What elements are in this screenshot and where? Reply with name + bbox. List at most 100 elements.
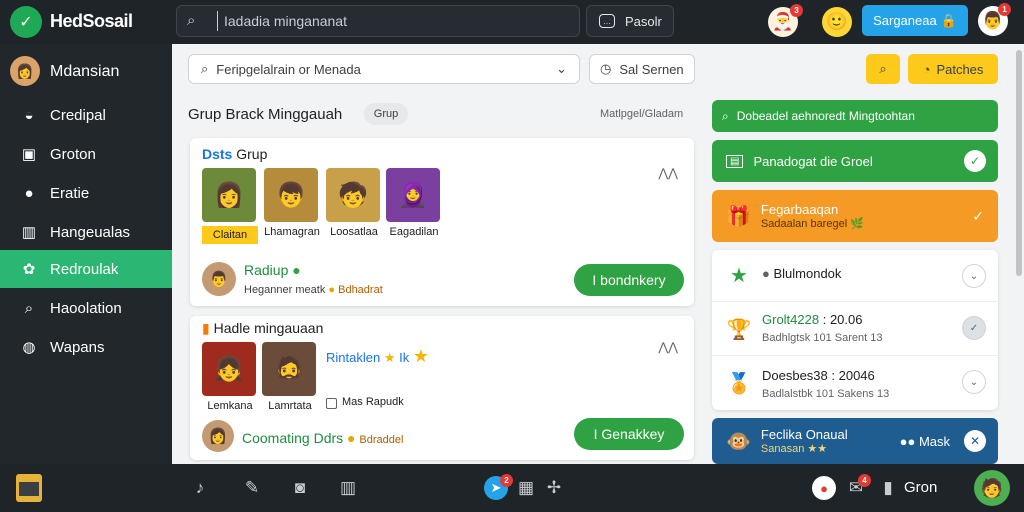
card-title-text: Hadle mingauaan: [213, 320, 324, 336]
list-item-sub: Badlalstbk 101 Sakens 13: [762, 388, 890, 400]
box-icon[interactable]: ▦: [514, 476, 538, 500]
sidebar-item-hangeualas[interactable]: ▥ Hangeualas: [0, 213, 172, 251]
member-tile[interactable]: 🧒 Loosatlaa: [326, 168, 382, 238]
settings-icon[interactable]: ✢: [542, 476, 566, 500]
calendar-icon[interactable]: [16, 474, 42, 502]
tag-count: Ik: [399, 350, 410, 365]
user-avatar[interactable]: 🙂: [822, 7, 852, 37]
member-tile[interactable]: 🧕 Eagadilan: [386, 168, 442, 238]
expand-icon[interactable]: ⋀⋀: [658, 340, 678, 354]
section-meta: Matlpgel/Gladam: [600, 108, 684, 120]
scrollbar-thumb[interactable]: [1016, 50, 1022, 276]
member-tile[interactable]: 👩 Claitan: [202, 168, 258, 244]
filter-button[interactable]: ◷ Sal Sernen: [589, 54, 695, 84]
row-subtitle: Heganner meatk ● Bdhadrat: [244, 284, 383, 296]
event-sub-text: Sanasan: [760, 443, 805, 455]
sidebar-item-label: Haoolation: [50, 299, 122, 317]
group-banner-text: Panadogat die Groel: [753, 153, 873, 169]
promo-title: Fegarbaaqan: [760, 202, 839, 217]
app-logo-icon[interactable]: ✓: [10, 6, 42, 38]
promo-text: Fegarbaaqan Sadaalan baregel 🌿: [761, 202, 864, 230]
group-banner[interactable]: ▤ Panadogat die Groel ✓: [712, 140, 998, 182]
sidebar-item-groton[interactable]: ▣ Groton: [0, 135, 172, 173]
member-name: Lemkana: [207, 400, 253, 412]
coin-icon: ●: [347, 430, 356, 446]
chevron-down-icon[interactable]: ✓: [972, 208, 984, 225]
member-tile[interactable]: 🧔 Lamrtata: [262, 342, 318, 412]
primary-action-label: Sarganeaa: [873, 13, 937, 28]
avatar[interactable]: 👩: [202, 420, 234, 452]
member-name: Eagadilan: [389, 226, 439, 238]
row-subtitle-warn: Bdraddel: [359, 434, 404, 446]
scrollbar[interactable]: [1014, 44, 1024, 464]
chevron-down-icon[interactable]: ⌄: [962, 264, 986, 288]
top-bar: ✓ HedSosail ⌕ … Pasolr 🎅 3 🙂 Sarganeaa 🔒…: [0, 0, 1024, 44]
chevron-down-icon[interactable]: ⌄: [556, 61, 567, 77]
list-header: ● Blulmondok: [762, 266, 841, 281]
controller-icon[interactable]: ◙: [288, 476, 312, 500]
member-name: Loosatlaa: [330, 226, 378, 238]
mask-action[interactable]: ●● Mask: [900, 434, 950, 449]
chevron-down-icon[interactable]: ⌄: [962, 370, 986, 394]
sidebar-profile-name: Mdansian: [50, 63, 120, 80]
door-icon: ▣: [21, 146, 37, 163]
member-tile[interactable]: 👧 Lemkana: [202, 342, 258, 412]
star-icon: ★: [383, 350, 396, 365]
group-card: Dsts Grup ⋀⋀ 👩 Claitan 👦 Lhamagran 🧒 Loo…: [190, 138, 694, 306]
promo-banner[interactable]: 🎁 Fegarbaaqan Sadaalan baregel 🌿 ✓: [712, 190, 998, 242]
group-chip[interactable]: Grup: [364, 103, 408, 125]
search-icon: ⌕: [722, 108, 729, 123]
sidebar-item-label: Wapans: [50, 338, 105, 356]
global-search-input[interactable]: [217, 11, 567, 31]
bottom-profile-avatar[interactable]: 🧑: [974, 470, 1010, 506]
chart-icon[interactable]: ▥: [336, 476, 360, 500]
patches-button[interactable]: ◔ Patches: [908, 54, 998, 84]
info-banner[interactable]: ⌕ Dobeadel aehnoredt Mingtoohtan: [712, 100, 998, 132]
list-item-title: Doesbes38 : 20046: [762, 368, 875, 383]
join-button[interactable]: I Genakkey: [574, 418, 684, 450]
row-title: Coomating Ddrs ● Bdraddel: [242, 430, 403, 446]
sidebar-item-haoolation[interactable]: ⌕ Haoolation: [0, 289, 172, 327]
global-search[interactable]: ⌕: [176, 5, 580, 37]
bottom-label: Gron: [904, 479, 938, 496]
search-action-button[interactable]: ⌕: [866, 54, 900, 84]
top-action-button[interactable]: … Pasolr: [586, 5, 674, 37]
bookmark-icon[interactable]: ▮: [876, 476, 900, 500]
sidebar-avatar[interactable]: 👩: [10, 56, 40, 86]
sidebar-item-eratie[interactable]: ● Eratie: [0, 174, 172, 212]
expand-icon[interactable]: ⋀⋀: [658, 166, 678, 180]
search-icon: ⌕: [201, 61, 209, 76]
list-item[interactable]: 🏅 Doesbes38 : 20046 Badlalstbk 101 Saken…: [712, 356, 998, 410]
member-tile[interactable]: 👦 Lhamagran: [264, 168, 320, 238]
card-title-accent: Dsts: [202, 146, 233, 162]
avatar[interactable]: 👨: [202, 262, 236, 296]
star-icon: ★★: [807, 443, 828, 455]
member-photo: 👩: [202, 168, 256, 222]
event-sub: Sanasan ★★: [761, 442, 848, 455]
join-button[interactable]: I bondnkery: [574, 264, 684, 296]
mascot-icon[interactable]: ●: [812, 476, 836, 500]
notification-count-badge: 3: [790, 4, 803, 17]
music-icon[interactable]: ♪: [188, 476, 212, 500]
checkbox-label: Mas Rapudk: [342, 396, 404, 408]
primary-action-button[interactable]: Sarganeaa 🔒: [862, 5, 968, 36]
edit-icon[interactable]: ✎: [240, 476, 264, 500]
checkbox[interactable]: [326, 398, 337, 409]
event-banner[interactable]: 🐵 Feclika Onaual Sanasan ★★ ●● Mask ✕: [712, 418, 998, 464]
sidebar-item-wapans[interactable]: ◍ Wapans: [0, 328, 172, 366]
main-search[interactable]: ⌕ Feripgelalrain or Menada ⌄: [188, 54, 580, 84]
member-photo: 👦: [264, 168, 318, 222]
check-icon[interactable]: ✓: [964, 150, 986, 172]
list-item[interactable]: ★ ● Blulmondok ⌄: [712, 250, 998, 302]
sidebar-item-label: Eratie: [50, 184, 90, 202]
search-icon: ⌕: [879, 61, 887, 76]
bottom-bar: ♪ ✎ ◙ ▥ ➤ 2 ▦ ✢ ● ✉ 4 ▮ Gron: [0, 464, 1024, 512]
list-item-value: : 20.06: [822, 312, 863, 327]
sidebar-item-redroulak[interactable]: ✿ Redroulak: [0, 250, 172, 288]
sidebar-item-credipal[interactable]: ◒ Credipal: [0, 96, 172, 134]
check-icon[interactable]: ✓: [962, 316, 986, 340]
list-item[interactable]: 🏆 Grolt4228 : 20.06 Badhlgtsk 101 Sarent…: [712, 302, 998, 356]
sidebar-item-label: Redroulak: [50, 260, 119, 278]
close-icon[interactable]: ✕: [964, 430, 986, 452]
card-title: ▮ Hadle mingauaan: [202, 320, 323, 337]
